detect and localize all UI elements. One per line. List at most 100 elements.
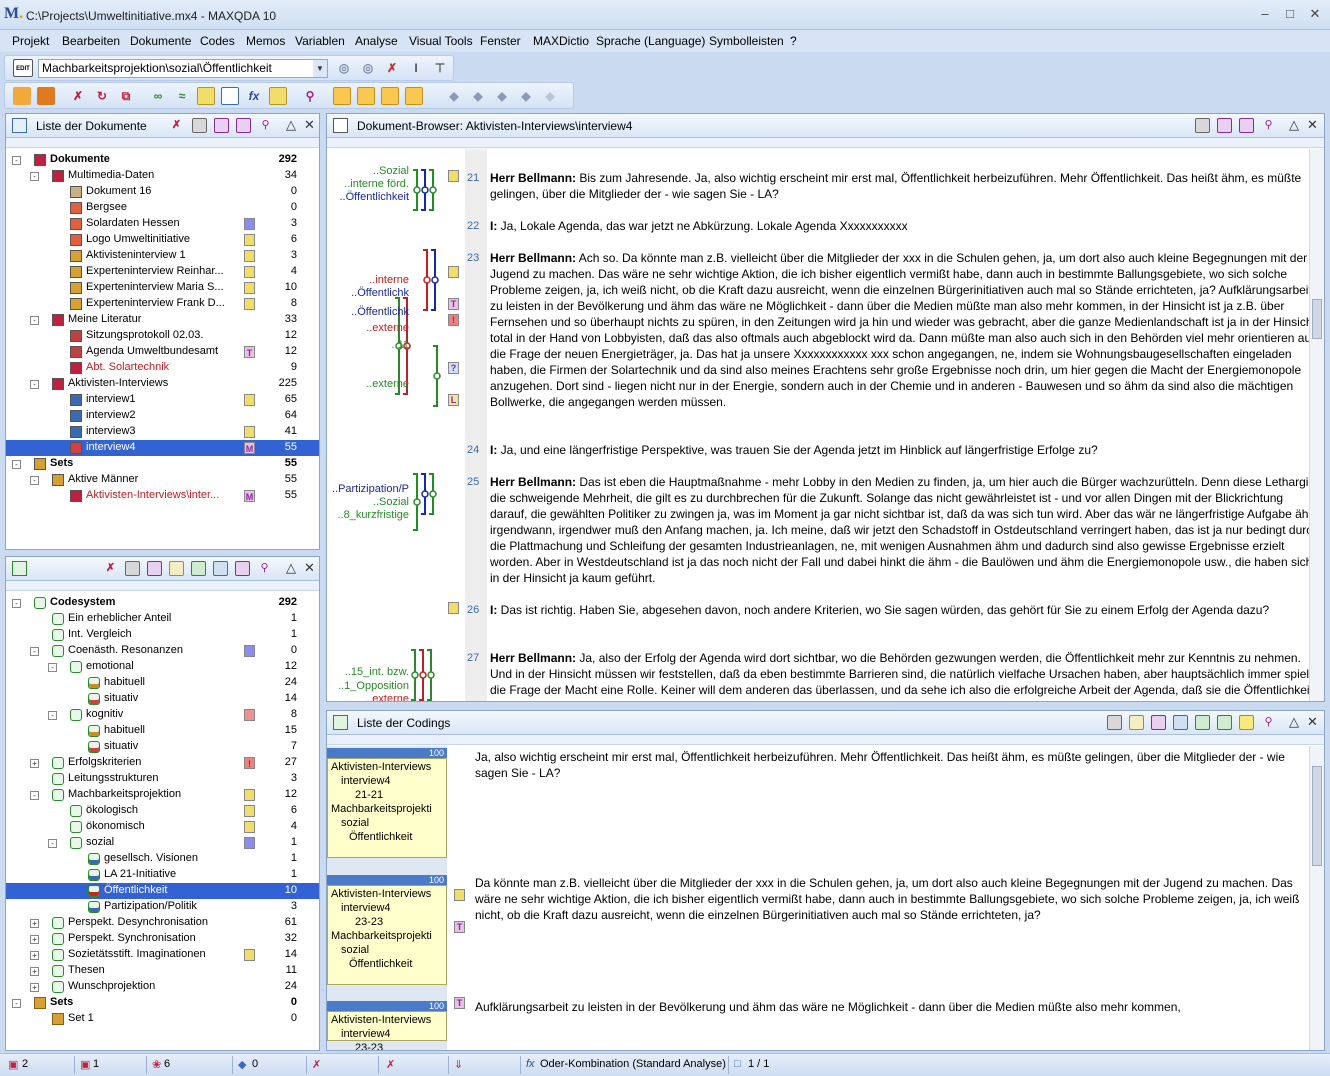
- paragraph[interactable]: I: Ja, und eine längerfristige Perspekti…: [490, 442, 1320, 458]
- document-tree-row[interactable]: Experteninterview Maria S... 10: [6, 280, 319, 296]
- code-tree-row[interactable]: - Sets 0: [6, 995, 319, 1011]
- coding-stripe-label[interactable]: ..Öffentlichk: [327, 306, 409, 318]
- export-icon[interactable]: [214, 118, 229, 133]
- nav-extra-icon[interactable]: ◆: [541, 87, 559, 105]
- memo-icon[interactable]: [244, 234, 255, 246]
- code-tree-row[interactable]: Öffentlichkeit 10: [6, 883, 319, 899]
- document-tree-row[interactable]: - Aktivisten-Interviews 225: [6, 376, 319, 392]
- code-tree-row[interactable]: + Perspekt. Desynchronisation 61: [6, 915, 319, 931]
- activate-icon[interactable]: ↻: [93, 87, 111, 105]
- document-tree-row[interactable]: - Dokumente 292: [6, 152, 319, 168]
- nav-prev-icon[interactable]: ◆: [469, 87, 487, 105]
- nav-last-icon[interactable]: ◆: [517, 87, 535, 105]
- memo-icon[interactable]: [1129, 715, 1144, 730]
- memo-icon[interactable]: [244, 426, 255, 438]
- coding-stripe-label[interactable]: ..externe: [327, 693, 409, 701]
- coding-stripe-label[interactable]: ..Öffentlichk: [327, 287, 409, 299]
- menu-sprache[interactable]: Sprache (Language): [596, 34, 705, 48]
- paragraph[interactable]: Herr Bellmann: Das ist eben die Hauptmaß…: [490, 474, 1320, 586]
- coding-stripe-label[interactable]: ..interne: [327, 274, 409, 286]
- document-tree-row[interactable]: Experteninterview Frank D... 8: [6, 296, 319, 312]
- code-tree-row[interactable]: Partizipation/Politik 3: [6, 899, 319, 915]
- document-tree-row[interactable]: interview4 M 55: [6, 440, 319, 456]
- collapse-icon[interactable]: △: [286, 560, 296, 576]
- memo-icon[interactable]: [448, 170, 459, 182]
- print-icon[interactable]: [125, 561, 140, 576]
- expand-toggle-icon[interactable]: +: [30, 983, 39, 992]
- memo-icon[interactable]: [454, 889, 465, 901]
- sort-icon[interactable]: ⇓: [454, 1058, 463, 1071]
- memo-icon[interactable]: L: [448, 394, 459, 406]
- memo-icon[interactable]: [244, 394, 255, 406]
- expand-toggle-icon[interactable]: -: [12, 156, 21, 165]
- doc-browser-toggle-icon[interactable]: [381, 87, 399, 105]
- expand-toggle-icon[interactable]: -: [48, 839, 57, 848]
- coding-stripe-label[interactable]: ..Öffentlichkeit: [327, 191, 410, 203]
- doc-system-toggle-icon[interactable]: [333, 87, 351, 105]
- memo-icon[interactable]: ?: [448, 362, 459, 374]
- memo-icon[interactable]: [448, 266, 459, 278]
- close-icon[interactable]: ✕: [304, 117, 315, 133]
- code-tree-row[interactable]: - Codesystem 292: [6, 595, 319, 611]
- paragraph[interactable]: I: Das ist richtig. Haben Sie, abgesehen…: [490, 602, 1320, 618]
- minimize-button[interactable]: –: [1252, 6, 1278, 22]
- code-tree-row[interactable]: - Coenästh. Resonanzen 0: [6, 643, 319, 659]
- expand-toggle-icon[interactable]: -: [48, 663, 57, 672]
- document-scrollbar[interactable]: [1309, 149, 1324, 701]
- coding-stripe-node[interactable]: [429, 186, 437, 194]
- memo-icon[interactable]: T: [454, 997, 465, 1009]
- weight-filter-icon[interactable]: ✗: [312, 1058, 321, 1071]
- menu-projekt[interactable]: Projekt: [12, 34, 49, 48]
- code-tree-row[interactable]: Leitungsstrukturen 3: [6, 771, 319, 787]
- search-icon[interactable]: ⚲: [1261, 118, 1276, 133]
- code-icon[interactable]: ◎: [335, 59, 353, 77]
- memo-icon[interactable]: T: [454, 921, 465, 933]
- code-tree-row[interactable]: + Thesen 11: [6, 963, 319, 979]
- code-memo-icon[interactable]: [244, 949, 255, 961]
- table-view-icon[interactable]: [1173, 715, 1188, 730]
- coding-stripe-label[interactable]: ..1_Opposition: [327, 680, 409, 692]
- export-icon[interactable]: [147, 561, 162, 576]
- code-memo-icon[interactable]: [244, 645, 255, 657]
- document-tree-row[interactable]: Experteninterview Reinhar... 4: [6, 264, 319, 280]
- menu-symbolleisten[interactable]: Symbolleisten: [709, 34, 784, 48]
- document-tree-row[interactable]: - Sets 55: [6, 456, 319, 472]
- document-tree-row[interactable]: - Multimedia-Daten 34: [6, 168, 319, 184]
- chevron-down-icon[interactable]: ▼: [313, 60, 327, 77]
- coding-stripe-label[interactable]: ..Sozial: [327, 165, 409, 177]
- memo-icon[interactable]: [448, 602, 459, 614]
- coding-stripe-label[interactable]: ..11: [327, 339, 409, 351]
- code-tree-row[interactable]: LA 21-Initiative 1: [6, 867, 319, 883]
- code-memo-icon[interactable]: [244, 789, 255, 801]
- code-memo-icon[interactable]: [244, 821, 255, 833]
- code-tree-row[interactable]: + Perspekt. Synchronisation 32: [6, 931, 319, 947]
- code-tree-row[interactable]: - emotional 12: [6, 659, 319, 675]
- memo-icon[interactable]: [197, 87, 215, 105]
- code-tree-row[interactable]: ökonomisch 4: [6, 819, 319, 835]
- scroll-thumb[interactable]: [1312, 766, 1322, 866]
- search-icon[interactable]: ⚲: [257, 561, 272, 576]
- memo-icon[interactable]: [244, 298, 255, 310]
- menu-maxdictio[interactable]: MAXDictio: [533, 34, 589, 48]
- code-relations-icon[interactable]: ≈: [173, 87, 191, 105]
- code-combo[interactable]: Machbarkeitsprojektion\sozial\Öffentlich…: [38, 59, 328, 78]
- code-tree-row[interactable]: gesellsch. Visionen 1: [6, 851, 319, 867]
- reset-activation-icon[interactable]: ✗: [69, 87, 87, 105]
- menu-bearbeiten[interactable]: Bearbeiten: [62, 34, 120, 48]
- menu-memos[interactable]: Memos: [246, 34, 285, 48]
- code-tree-row[interactable]: Int. Vergleich 1: [6, 627, 319, 643]
- nav-next-icon[interactable]: ◆: [493, 87, 511, 105]
- search-icon[interactable]: ⚲: [258, 118, 273, 133]
- coding-stripe-label[interactable]: ..interne förd.: [327, 178, 409, 190]
- code-tree-row[interactable]: situativ 14: [6, 691, 319, 707]
- codings-scrollbar[interactable]: [1309, 746, 1324, 1050]
- code-memo-icon[interactable]: !: [244, 757, 255, 769]
- filter-icon[interactable]: [235, 561, 250, 576]
- document-tree-row[interactable]: Agenda Umweltbundesamt T 12: [6, 344, 319, 360]
- expand-toggle-icon[interactable]: -: [12, 599, 21, 608]
- memo-icon[interactable]: T: [448, 298, 459, 310]
- code-tree-row[interactable]: - Machbarkeitsprojektion 12: [6, 787, 319, 803]
- expand-toggle-icon[interactable]: +: [30, 951, 39, 960]
- memo-icon[interactable]: T: [244, 346, 255, 358]
- copy-icon[interactable]: ⧉: [117, 87, 135, 105]
